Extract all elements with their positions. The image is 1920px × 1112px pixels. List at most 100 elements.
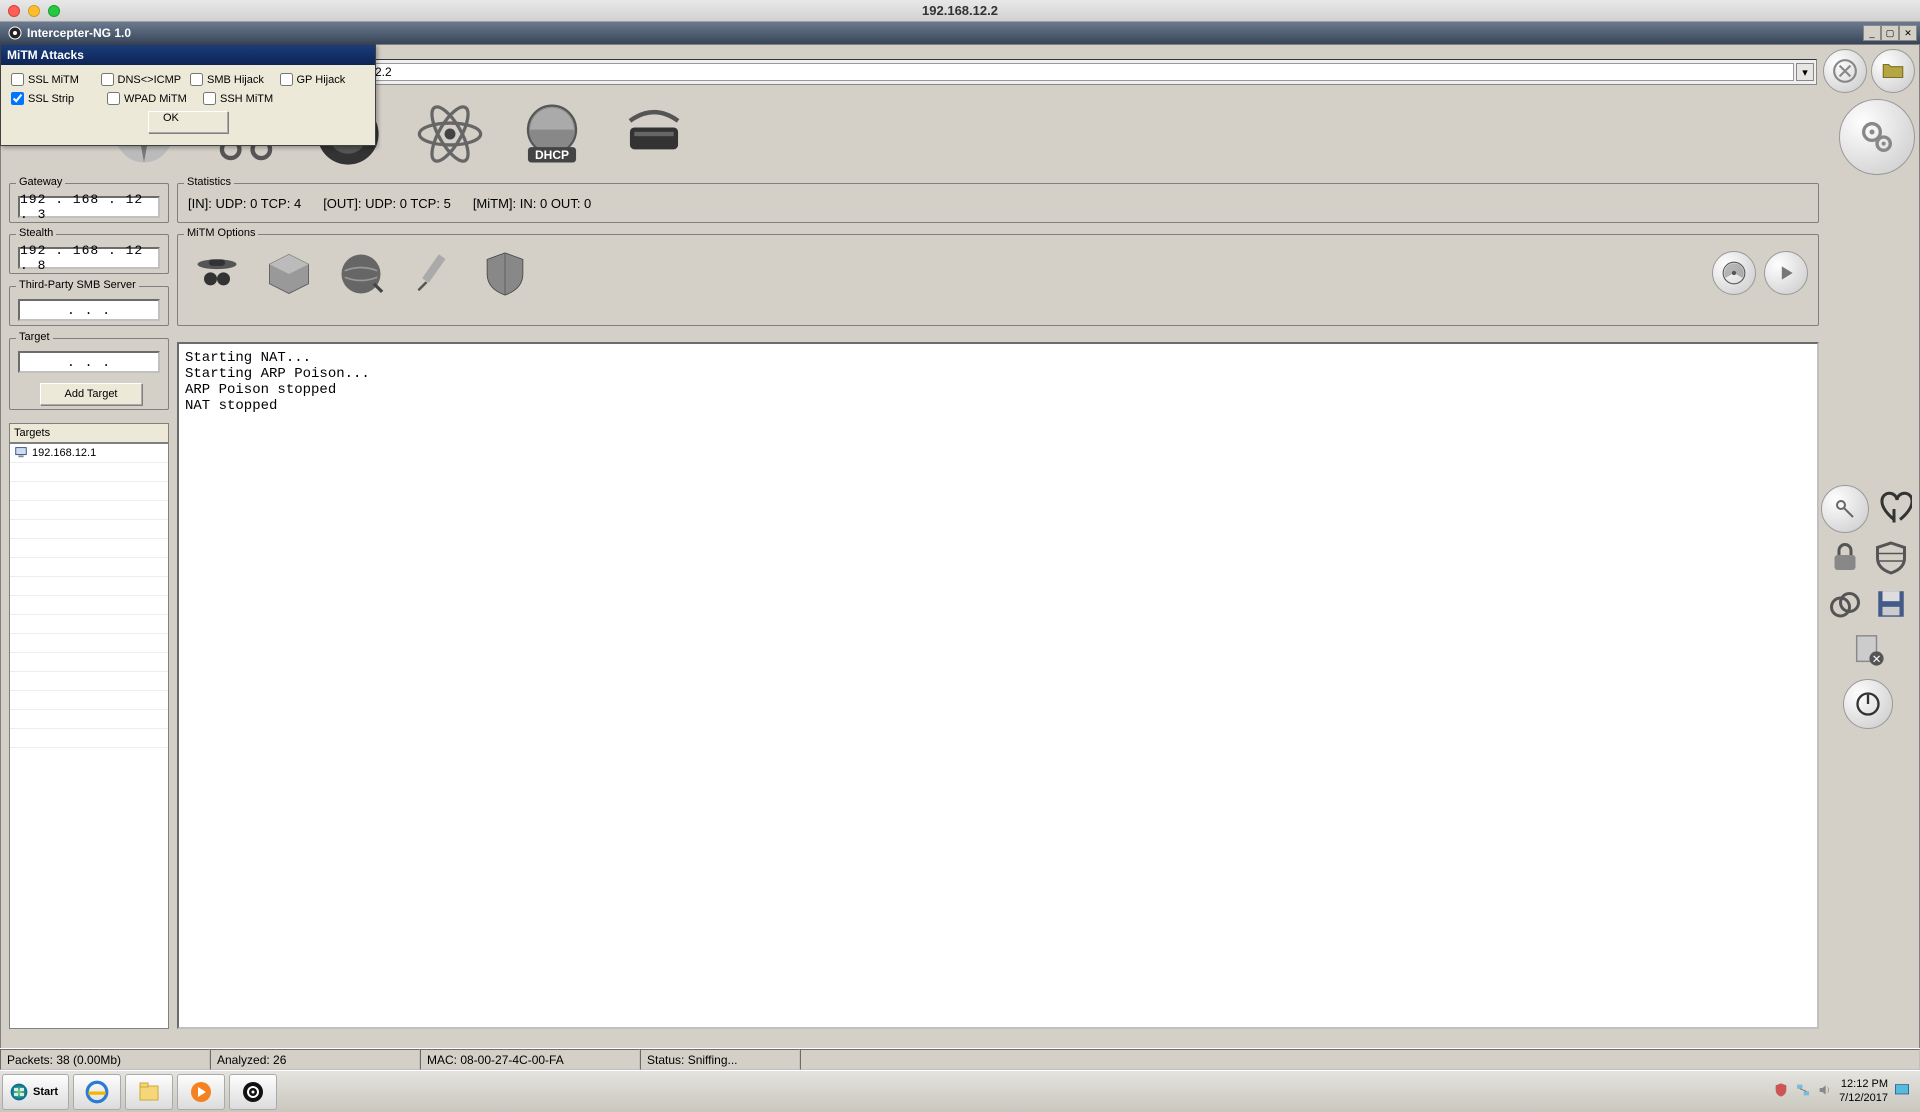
app-minimize-button[interactable]: _ <box>1863 25 1881 41</box>
target-row-empty <box>10 653 168 672</box>
stats-in: [IN]: UDP: 0 TCP: 4 <box>188 196 301 211</box>
app-icon <box>7 25 23 41</box>
right-file-delete-button[interactable]: ✕ <box>1847 629 1889 671</box>
tray-volume-icon[interactable] <box>1817 1082 1833 1101</box>
start-button[interactable]: Start <box>2 1074 69 1110</box>
toolbar-router-icon[interactable] <box>615 95 693 173</box>
gateway-label: Gateway <box>16 176 65 188</box>
app-restore-button[interactable]: ▢ <box>1881 25 1899 41</box>
taskbar-explorer-button[interactable] <box>125 1074 173 1110</box>
status-bar: Packets: 38 (0.00Mb) Analyzed: 26 MAC: 0… <box>0 1048 1920 1070</box>
tray-date: 7/12/2017 <box>1839 1092 1888 1105</box>
right-key-button[interactable] <box>1821 485 1869 533</box>
taskbar-app-button[interactable] <box>229 1074 277 1110</box>
chk-ssl-mitm[interactable]: SSL MiTM <box>11 73 97 86</box>
target-row-empty <box>10 501 168 520</box>
status-packets: Packets: 38 (0.00Mb) <box>0 1049 210 1070</box>
target-row-empty <box>10 558 168 577</box>
tray-time: 12:12 PM <box>1839 1078 1888 1091</box>
target-row-empty <box>10 577 168 596</box>
right-tool-column: ✕ <box>1821 485 1915 729</box>
status-analyzed: Analyzed: 26 <box>210 1049 420 1070</box>
smb-input[interactable]: . . . <box>18 299 160 321</box>
right-lock-button[interactable] <box>1824 537 1866 579</box>
stats-out: [OUT]: UDP: 0 TCP: 5 <box>323 196 451 211</box>
app-titlebar: Intercepter-NG 1.0 _ ▢ ✕ <box>0 22 1920 44</box>
right-layershield-button[interactable] <box>1870 537 1912 579</box>
chk-smb-hijack[interactable]: SMB Hijack <box>190 73 276 86</box>
target-row-empty <box>10 615 168 634</box>
mitm-shield-icon[interactable] <box>476 245 534 303</box>
mac-close-button[interactable] <box>8 5 20 17</box>
tray-shield-icon[interactable] <box>1773 1082 1789 1101</box>
chk-wpad-mitm[interactable]: WPAD MiTM <box>107 92 199 105</box>
target-row-empty <box>10 729 168 748</box>
svg-text:✕: ✕ <box>1872 654 1882 666</box>
chk-gp-hijack[interactable]: GP Hijack <box>280 73 366 86</box>
right-power-button[interactable] <box>1843 679 1893 729</box>
mitm-globe-icon[interactable] <box>332 245 390 303</box>
targets-header[interactable]: Targets <box>9 423 169 443</box>
mitm-play-button[interactable] <box>1764 251 1808 295</box>
open-folder-button[interactable] <box>1871 49 1915 93</box>
mac-minimize-button[interactable] <box>28 5 40 17</box>
right-save-button[interactable] <box>1870 583 1912 625</box>
dialog-title[interactable]: MiTM Attacks <box>1 45 375 65</box>
target-ip: 192.168.12.1 <box>32 447 96 459</box>
status-sniff: Status: Sniffing... <box>640 1049 800 1070</box>
target-row-empty <box>10 482 168 501</box>
chk-ssh-mitm[interactable]: SSH MiTM <box>203 92 295 105</box>
windows-logo-icon <box>9 1082 29 1102</box>
tray-show-desktop[interactable] <box>1894 1082 1910 1101</box>
mac-window-title: 192.168.12.2 <box>0 3 1920 18</box>
target-row-empty <box>10 710 168 729</box>
target-row-empty <box>10 634 168 653</box>
statistics-text: [IN]: UDP: 0 TCP: 4 [OUT]: UDP: 0 TCP: 5… <box>188 196 591 211</box>
statistics-group: Statistics [IN]: UDP: 0 TCP: 4 [OUT]: UD… <box>177 183 1819 223</box>
target-row-empty <box>10 463 168 482</box>
stop-button[interactable] <box>1823 49 1867 93</box>
computer-icon <box>14 445 28 462</box>
target-row-empty <box>10 520 168 539</box>
toolbar-dhcp-icon[interactable]: DHCP <box>513 95 591 173</box>
target-label: Target <box>16 331 53 343</box>
app-body: 2.2 ▾ DHCP Gateway 192 . 168 . <box>0 44 1920 1070</box>
target-row-empty <box>10 691 168 710</box>
statistics-label: Statistics <box>184 176 234 188</box>
tray-network-icon[interactable] <box>1795 1082 1811 1101</box>
stealth-group: Stealth 192 . 168 . 12 . 8 <box>9 234 169 274</box>
right-heart-button[interactable] <box>1873 485 1915 527</box>
toolbar-atom-icon[interactable] <box>411 95 489 173</box>
mitm-nuclear-button[interactable] <box>1712 251 1756 295</box>
chk-dns-icmp[interactable]: DNS<>ICMP <box>101 73 187 86</box>
target-input[interactable]: . . . <box>18 351 160 373</box>
mitm-box-icon[interactable] <box>260 245 318 303</box>
svg-text:DHCP: DHCP <box>535 148 569 162</box>
address-dropdown[interactable]: ▾ <box>1796 63 1814 81</box>
mitm-options-label: MiTM Options <box>184 227 258 239</box>
targets-listbox[interactable]: 192.168.12.1 <box>9 443 169 1029</box>
dialog-ok-button[interactable]: OK <box>148 111 228 133</box>
mac-maximize-button[interactable] <box>48 5 60 17</box>
taskbar-media-button[interactable] <box>177 1074 225 1110</box>
gateway-input[interactable]: 192 . 168 . 12 . 3 <box>18 196 160 218</box>
log-console[interactable]: Starting NAT... Starting ARP Poison... A… <box>177 342 1819 1029</box>
mitm-spy-icon[interactable] <box>188 245 246 303</box>
address-input[interactable]: 2.2 <box>370 63 1794 81</box>
taskbar: Start 12:12 PM 7/12/2017 <box>0 1070 1920 1112</box>
status-mac: MAC: 08-00-27-4C-00-FA <box>420 1049 640 1070</box>
settings-button[interactable] <box>1839 99 1915 175</box>
start-label: Start <box>33 1086 58 1098</box>
tray-clock[interactable]: 12:12 PM 7/12/2017 <box>1839 1078 1888 1104</box>
app-close-button[interactable]: ✕ <box>1899 25 1917 41</box>
mitm-syringe-icon[interactable] <box>404 245 462 303</box>
mitm-options-group: MiTM Options <box>177 234 1819 326</box>
stealth-input[interactable]: 192 . 168 . 12 . 8 <box>18 247 160 269</box>
add-target-button[interactable]: Add Target <box>40 383 142 405</box>
right-rings-button[interactable] <box>1824 583 1866 625</box>
target-row[interactable]: 192.168.12.1 <box>10 444 168 463</box>
chk-ssl-strip[interactable]: SSL Strip <box>11 92 103 105</box>
taskbar-ie-button[interactable] <box>73 1074 121 1110</box>
mac-titlebar: 192.168.12.2 <box>0 0 1920 22</box>
app-title: Intercepter-NG 1.0 <box>27 26 131 40</box>
